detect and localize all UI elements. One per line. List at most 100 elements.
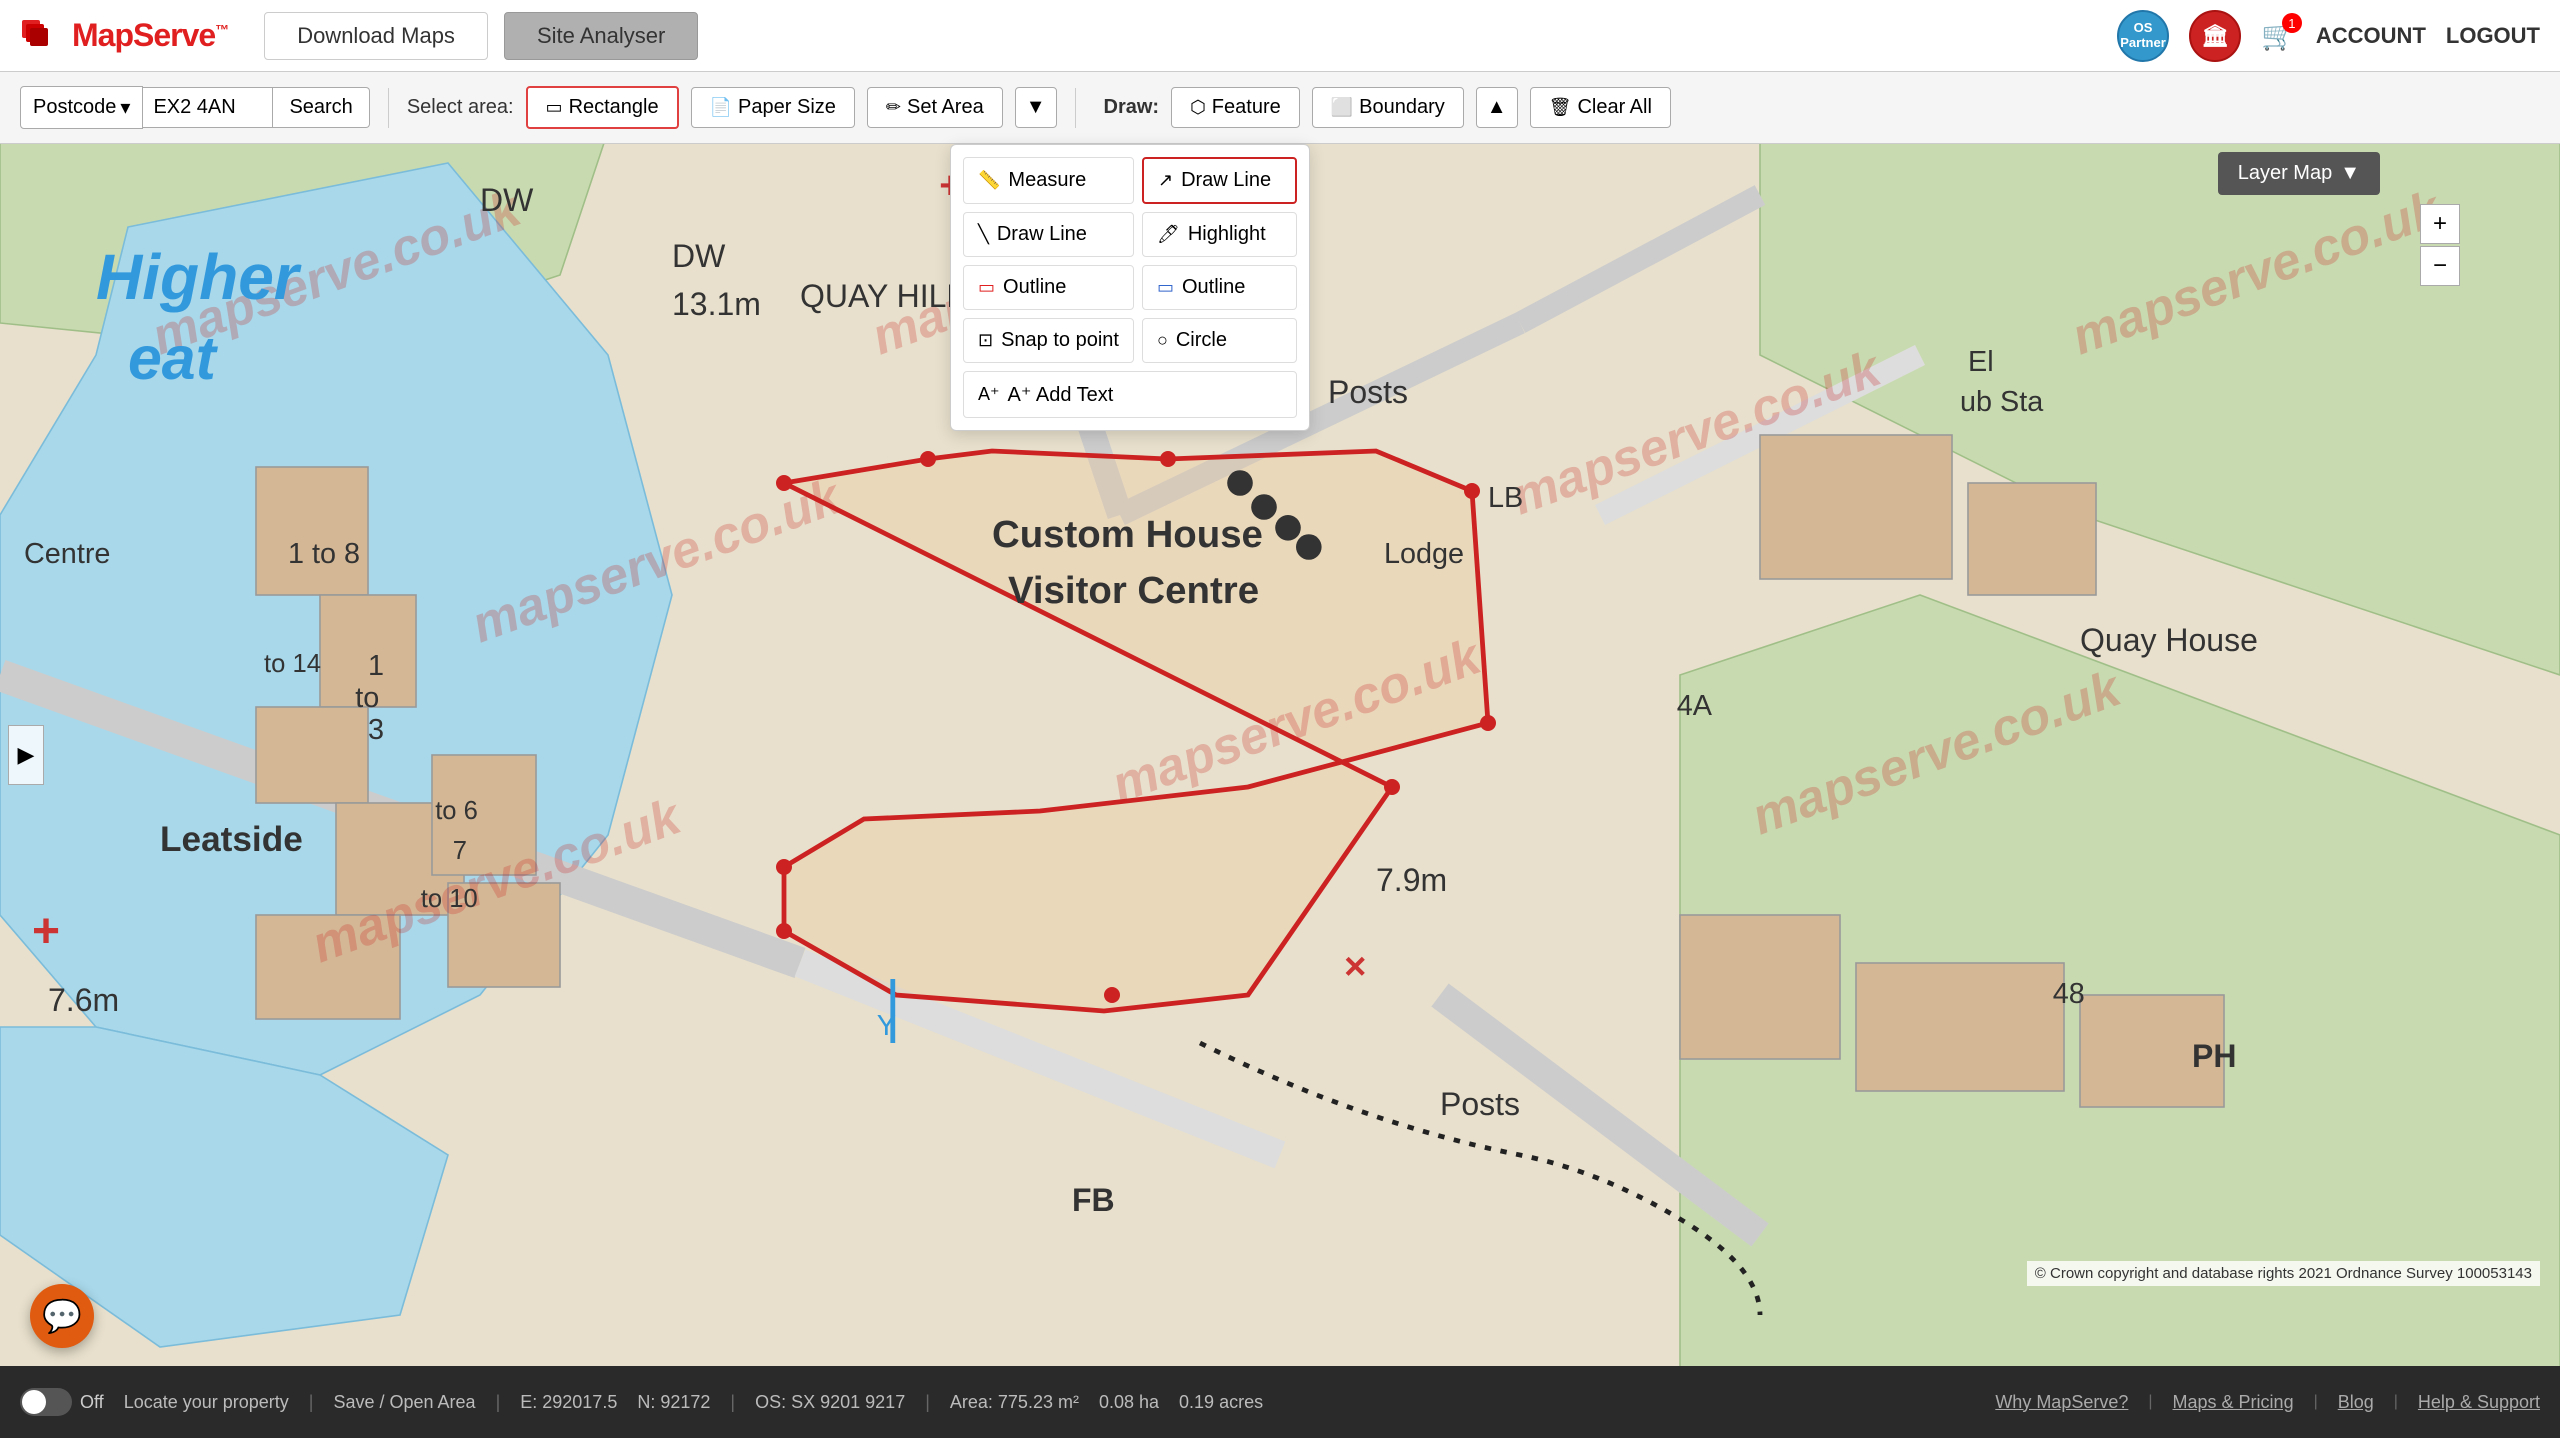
postcode-dropdown-button[interactable]: Postcode ▾ xyxy=(20,86,143,129)
svg-text:El: El xyxy=(1968,346,1994,378)
svg-text:Y: Y xyxy=(877,1010,896,1042)
rectangle-label: Rectangle xyxy=(569,96,659,119)
area: Area: 775.23 m² xyxy=(950,1392,1079,1413)
svg-text:Higher: Higher xyxy=(96,241,302,313)
feature-button[interactable]: ⬡ Feature xyxy=(1171,87,1300,128)
svg-text:Posts: Posts xyxy=(1440,1086,1520,1122)
nav-left-button[interactable]: ▶ xyxy=(8,725,44,785)
download-maps-button[interactable]: Download Maps xyxy=(264,12,488,60)
snap-label: Snap to point xyxy=(1001,329,1119,352)
set-area-button[interactable]: ✏ Set Area xyxy=(867,87,1003,128)
clear-all-icon: 🗑 xyxy=(1549,97,1572,118)
highlight-icon: 🖊 xyxy=(1157,224,1180,245)
search-button[interactable]: Search xyxy=(273,87,369,128)
measure-label: Measure xyxy=(1008,169,1086,192)
svg-text:Posts: Posts xyxy=(1328,374,1408,410)
cart-button[interactable]: 🛒 1 xyxy=(2261,19,2296,52)
seal-icon[interactable]: 🏛 xyxy=(2189,10,2241,62)
draw-dropdown[interactable]: ▲ xyxy=(1476,87,1518,128)
draw-line2-label: Draw Line xyxy=(997,223,1087,246)
sep-5: | xyxy=(2148,1393,2152,1411)
toggle-switch[interactable] xyxy=(20,1388,72,1416)
svg-text:eat: eat xyxy=(128,324,219,392)
header-icons: OSPartner 🏛 🛒 1 ACCOUNT LOGOUT xyxy=(2117,10,2540,62)
highlight-button[interactable]: 🖊 Highlight xyxy=(1142,212,1297,257)
svg-text:Lodge: Lodge xyxy=(1384,538,1464,570)
svg-text:to 10: to 10 xyxy=(421,885,478,913)
set-area-dropdown[interactable]: ▼ xyxy=(1015,87,1057,128)
circle-button[interactable]: ○ Circle xyxy=(1142,318,1297,363)
maps-pricing-link[interactable]: Maps & Pricing xyxy=(2173,1392,2294,1413)
zoom-out-button[interactable]: − xyxy=(2420,246,2460,286)
circle-label: Circle xyxy=(1176,329,1227,352)
postcode-label: Postcode xyxy=(33,96,116,119)
chat-icon: 💬 xyxy=(42,1297,82,1335)
sep-2: | xyxy=(496,1392,501,1413)
logo-area: MapServe™ xyxy=(20,12,228,60)
separator-1 xyxy=(388,88,389,128)
svg-text:Quay House: Quay House xyxy=(2080,622,2258,658)
outline1-button[interactable]: ▭ Outline xyxy=(963,265,1134,310)
toggle-knob xyxy=(22,1390,46,1414)
postcode-input[interactable] xyxy=(143,87,273,128)
svg-text:×: × xyxy=(1344,945,1366,988)
svg-text:LB: LB xyxy=(1488,482,1523,514)
clear-all-label: Clear All xyxy=(1577,96,1651,119)
svg-text:Visitor Centre: Visitor Centre xyxy=(1008,569,1259,612)
measure-icon: 📏 xyxy=(978,170,1000,191)
rectangle-button[interactable]: ▭ Rectangle xyxy=(526,86,679,129)
save-open-area[interactable]: Save / Open Area xyxy=(333,1392,475,1413)
sep-1: | xyxy=(309,1392,314,1413)
blog-link[interactable]: Blog xyxy=(2338,1392,2374,1413)
svg-text:Leatside: Leatside xyxy=(160,820,303,859)
svg-text:7.9m: 7.9m xyxy=(1376,862,1447,898)
clear-all-button[interactable]: 🗑 Clear All xyxy=(1530,87,1671,128)
svg-text:1: 1 xyxy=(368,650,384,682)
layer-map-button[interactable]: Layer Map ▼ xyxy=(2218,152,2380,195)
svg-text:FB: FB xyxy=(1072,1182,1115,1218)
partner-icon[interactable]: OSPartner xyxy=(2117,10,2169,62)
logout-link[interactable]: LOGOUT xyxy=(2446,23,2540,49)
select-area-label: Select area: xyxy=(407,96,514,119)
zoom-in-button[interactable]: + xyxy=(2420,204,2460,244)
add-text-button[interactable]: A⁺ A⁺ Add Text xyxy=(963,371,1297,418)
svg-text:to: to xyxy=(355,682,379,714)
cart-badge: 1 xyxy=(2282,13,2302,33)
draw-line2-icon: ╲ xyxy=(978,224,989,245)
chat-button[interactable]: 💬 xyxy=(30,1284,94,1348)
snap-icon: ⊡ xyxy=(978,330,993,351)
add-text-label: A⁺ Add Text xyxy=(1008,382,1114,407)
svg-text:13.1m: 13.1m xyxy=(672,286,761,322)
draw-line-button[interactable]: ↗ Draw Line xyxy=(1142,157,1297,204)
postcode-chevron-icon: ▾ xyxy=(120,95,130,120)
locate-toggle[interactable]: Off xyxy=(20,1388,104,1416)
why-mapserve-link[interactable]: Why MapServe? xyxy=(1995,1392,2128,1413)
feature-label: Feature xyxy=(1212,96,1281,119)
set-area-icon: ✏ xyxy=(886,97,901,118)
logo-icon xyxy=(20,12,68,60)
draw-panel: 📏 Measure ↗ Draw Line ╲ Draw Line 🖊 High… xyxy=(950,144,1310,431)
draw-line-label: Draw Line xyxy=(1181,169,1271,192)
layer-map-label: Layer Map xyxy=(2238,162,2333,185)
draw-line2-button[interactable]: ╲ Draw Line xyxy=(963,212,1134,257)
boundary-icon: ⬜ xyxy=(1331,97,1353,118)
sep-7: | xyxy=(2394,1393,2398,1411)
svg-text:to 6: to 6 xyxy=(435,797,478,825)
measure-button[interactable]: 📏 Measure xyxy=(963,157,1134,204)
add-text-icon: A⁺ xyxy=(978,384,1000,405)
rectangle-icon: ▭ xyxy=(546,97,563,118)
header: MapServe™ Download Maps Site Analyser OS… xyxy=(0,0,2560,72)
paper-size-button[interactable]: 📄 Paper Size xyxy=(691,87,855,128)
help-support-link[interactable]: Help & Support xyxy=(2418,1392,2540,1413)
snap-button[interactable]: ⊡ Snap to point xyxy=(963,318,1134,363)
outline1-label: Outline xyxy=(1003,276,1066,299)
svg-text:to 14: to 14 xyxy=(264,650,321,678)
os-ref: OS: SX 9201 9217 xyxy=(755,1392,905,1413)
outline2-button[interactable]: ▭ Outline xyxy=(1142,265,1297,310)
toggle-off-label: Off xyxy=(80,1392,104,1413)
site-analyser-button[interactable]: Site Analyser xyxy=(504,12,698,60)
svg-text:PH: PH xyxy=(2192,1038,2236,1074)
toolbar: Postcode ▾ Search Select area: ▭ Rectang… xyxy=(0,72,2560,144)
account-link[interactable]: ACCOUNT xyxy=(2316,23,2426,49)
boundary-button[interactable]: ⬜ Boundary xyxy=(1312,87,1464,128)
